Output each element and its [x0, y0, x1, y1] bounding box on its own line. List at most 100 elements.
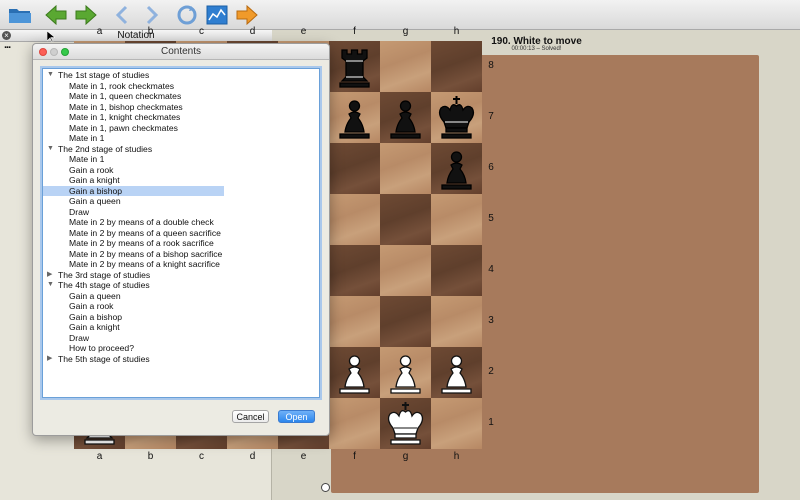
file-label: d	[249, 451, 256, 462]
square-h7[interactable]	[431, 92, 482, 143]
rank-label: 7	[488, 111, 494, 122]
square-f8[interactable]	[329, 41, 380, 92]
rank-label: 1	[488, 417, 494, 428]
outline-label: The 3rd stage of studies	[58, 269, 151, 280]
outline-item[interactable]: Gain a bishop	[43, 185, 224, 196]
square-g2[interactable]	[380, 347, 431, 398]
outline-label: Mate in 1, rook checkmates	[69, 80, 175, 91]
file-label: g	[402, 26, 409, 37]
file-label: e	[300, 451, 307, 462]
refresh-icon[interactable]	[174, 3, 200, 27]
dialog-titlebar: Contents	[33, 44, 329, 60]
square-f1[interactable]	[329, 398, 380, 449]
outline-label: Gain a queen	[69, 196, 121, 206]
square-g4[interactable]	[380, 245, 431, 296]
file-label: f	[353, 26, 356, 37]
rank-label: 6	[488, 162, 494, 173]
file-label: h	[453, 26, 460, 37]
square-h8[interactable]	[431, 41, 482, 92]
square-h2[interactable]	[431, 347, 482, 398]
cancel-button[interactable]: Cancel	[232, 410, 269, 423]
disclosure-open-icon[interactable]: ▼	[47, 280, 54, 291]
outline-label: Mate in 1	[69, 154, 105, 164]
rank-label: 2	[488, 366, 494, 377]
file-label: e	[300, 26, 307, 37]
outline-label: Mate in 2 by means of a queen sacrifice	[69, 227, 221, 238]
file-label: a	[96, 451, 103, 462]
outline-label: Gain a knight	[69, 322, 120, 332]
forward-green-icon[interactable]	[73, 3, 99, 27]
square-g6[interactable]	[380, 143, 431, 194]
forward-blue-icon[interactable]	[139, 3, 165, 27]
square-h1[interactable]	[431, 398, 482, 449]
disclosure-open-icon[interactable]: ▼	[47, 70, 54, 81]
rank-label: 5	[488, 213, 494, 224]
outline-label: How to proceed?	[69, 343, 134, 353]
square-f5[interactable]	[329, 194, 380, 245]
open-folder-icon[interactable]	[7, 3, 33, 27]
outline-label: Draw	[69, 206, 90, 217]
square-g3[interactable]	[380, 296, 431, 347]
outline-label: Gain a knight	[69, 175, 120, 185]
file-label: d	[249, 26, 256, 37]
square-f2[interactable]	[329, 347, 380, 398]
back-blue-icon[interactable]	[109, 3, 135, 27]
outline-label: Mate in 2 by means of a bishop sacrifice	[69, 248, 223, 259]
disclosure-closed-icon[interactable]: ▶	[47, 354, 52, 365]
disclosure-open-icon[interactable]: ▼	[47, 144, 54, 155]
outline-label: Draw	[69, 332, 90, 343]
square-h6[interactable]	[431, 143, 482, 194]
outline-label: Mate in 1, knight checkmates	[69, 112, 181, 122]
outline-label: Gain a rook	[69, 164, 114, 175]
outline-label: Gain a queen	[69, 290, 121, 301]
minimize-window-icon[interactable]	[50, 48, 58, 56]
outline-label: Mate in 2 by means of a double check	[69, 217, 214, 227]
notation-dots[interactable]: ...	[4, 39, 11, 51]
outline-label: Mate in 2 by means of a knight sacrifice	[69, 259, 220, 269]
square-f6[interactable]	[329, 143, 380, 194]
close-window-icon[interactable]	[39, 48, 47, 56]
square-g8[interactable]	[380, 41, 431, 92]
open-button[interactable]: Open	[278, 410, 315, 423]
file-label: f	[353, 451, 356, 462]
contents-dialog: Contents ▼ The 1st stage of studies Mate i…	[32, 43, 330, 436]
forward-orange-icon[interactable]	[234, 3, 260, 27]
outline-label: Mate in 1, queen checkmates	[69, 91, 182, 101]
side-to-move-indicator	[321, 483, 330, 492]
outline-label: The 4th stage of studies	[58, 280, 150, 290]
file-label: b	[147, 26, 154, 37]
outline-label: Gain a bishop	[69, 311, 123, 322]
file-label: c	[199, 26, 204, 37]
square-f3[interactable]	[329, 296, 380, 347]
file-label: a	[96, 26, 103, 37]
rank-label: 8	[488, 60, 494, 71]
square-g7[interactable]	[380, 92, 431, 143]
rank-label: 4	[488, 264, 494, 275]
square-f7[interactable]	[329, 92, 380, 143]
outline-label: The 5th stage of studies	[58, 353, 150, 364]
back-green-icon[interactable]	[43, 3, 69, 27]
outline-label: Mate in 1, bishop checkmates	[69, 101, 183, 112]
outline-label: Gain a rook	[69, 301, 114, 311]
square-f4[interactable]	[329, 245, 380, 296]
square-g5[interactable]	[380, 194, 431, 245]
dialog-title: Contents	[160, 46, 202, 57]
square-g1[interactable]	[380, 398, 431, 449]
square-h5[interactable]	[431, 194, 482, 245]
outline-label: The 1st stage of studies	[58, 70, 150, 80]
square-h3[interactable]	[431, 296, 482, 347]
outline-label: The 2nd stage of studies	[58, 143, 153, 154]
outline-label: Gain a bishop	[69, 185, 123, 196]
file-label: g	[402, 451, 409, 462]
outline-label: Mate in 1, pawn checkmates	[69, 122, 178, 133]
file-label: b	[147, 451, 154, 462]
outline-label: Mate in 1	[69, 133, 105, 143]
square-h4[interactable]	[431, 245, 482, 296]
rank-label: 3	[488, 315, 494, 326]
contents-outline[interactable]: ▼ The 1st stage of studies Mate in 1, rook…	[42, 68, 320, 398]
outline-label: Mate in 2 by means of a rook sacrifice	[69, 238, 214, 248]
file-label: c	[199, 451, 204, 462]
disclosure-closed-icon[interactable]: ▶	[47, 270, 52, 281]
zoom-window-icon[interactable]	[61, 48, 69, 56]
chart-icon[interactable]	[204, 3, 230, 27]
